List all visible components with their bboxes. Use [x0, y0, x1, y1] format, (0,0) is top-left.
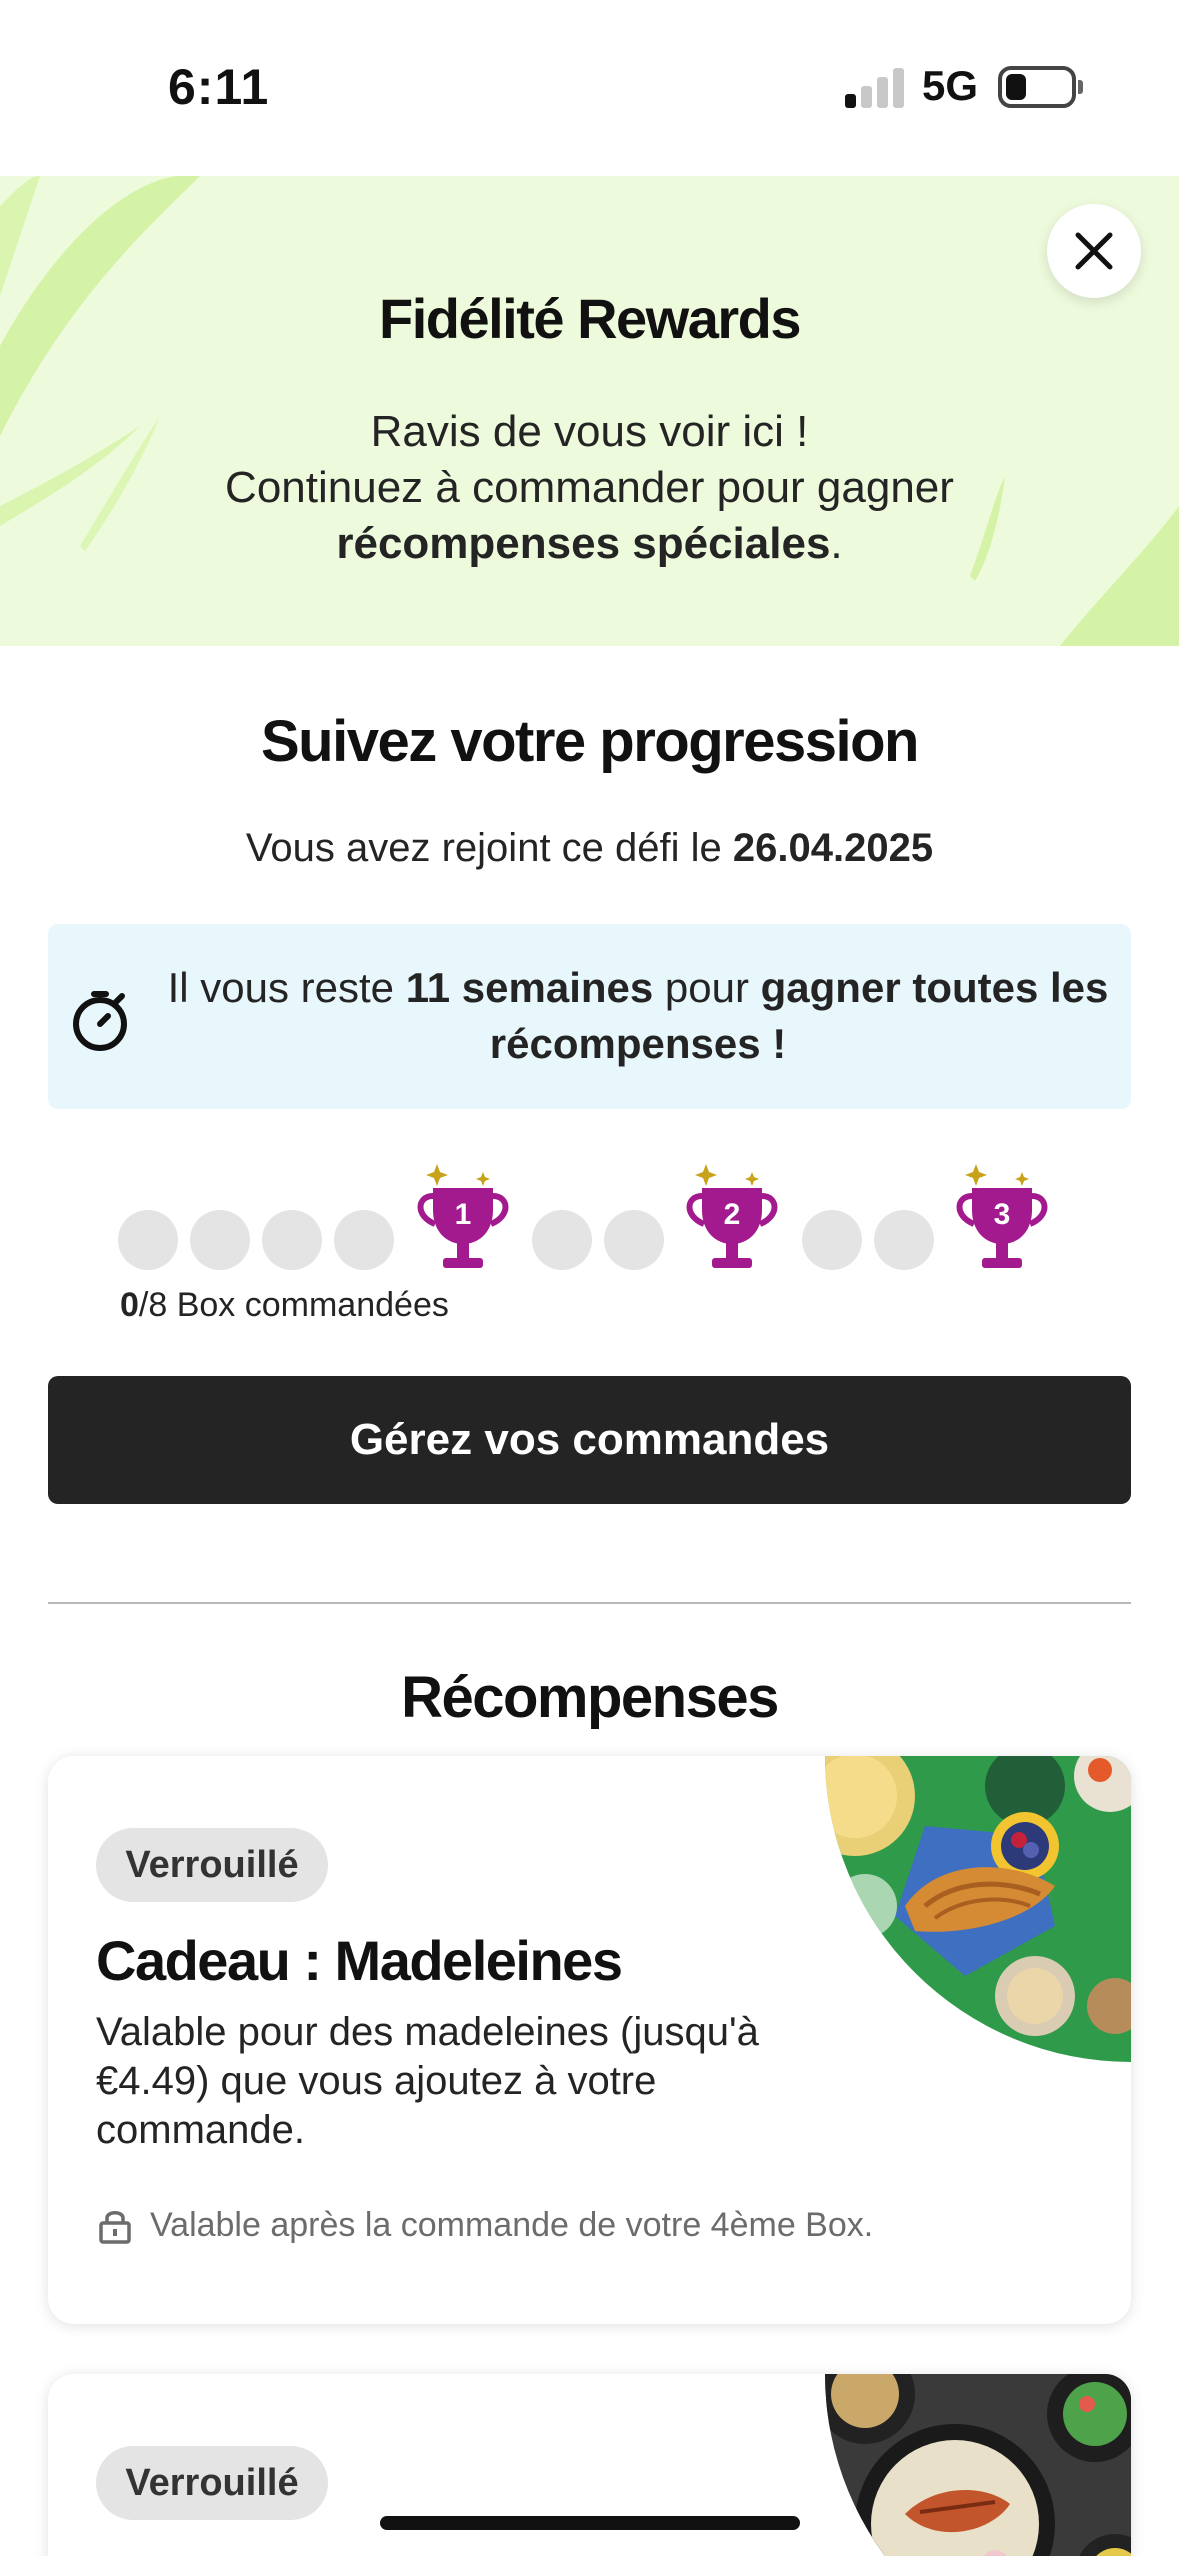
trophy-number: 3	[993, 1198, 1011, 1231]
progress-dot	[262, 1210, 322, 1270]
status-badge: Verrouillé	[96, 2446, 328, 2520]
progress-dot	[190, 1210, 250, 1270]
network-label: 5G	[922, 62, 979, 109]
close-button[interactable]	[1047, 204, 1141, 298]
rewards-title: Récompenses	[401, 1665, 779, 1730]
banner-title: Fidélité Rewards	[378, 287, 802, 350]
section-divider	[48, 1602, 1131, 1604]
progress-dot	[874, 1210, 934, 1270]
banner-highlight: récompenses spéciales	[336, 519, 831, 568]
joined-prefix: Vous avez rejoint ce défi le	[245, 826, 733, 870]
progress-dot	[604, 1210, 664, 1270]
signal-icon	[845, 66, 905, 108]
progress-dot	[532, 1210, 592, 1270]
boxes-total-label: /8 Box commandées	[138, 1286, 449, 1324]
reward-unlock-note: Valable après la commande de votre 4ème …	[96, 2206, 873, 2245]
trophy-number: 2	[723, 1198, 741, 1231]
progress-dot	[334, 1210, 394, 1270]
manage-orders-button[interactable]: Gérez vos commandes	[48, 1376, 1131, 1504]
battery-icon	[998, 66, 1076, 108]
banner-line-3: récompenses spéciales.	[120, 516, 1059, 572]
banner-line-2: Continuez à commander pour gagner	[225, 463, 954, 512]
info-mid: pour	[653, 964, 761, 1011]
close-icon	[1075, 232, 1113, 270]
joined-date: 26.04.2025	[732, 826, 934, 870]
boxes-ordered-count: 0/8 Box commandées	[120, 1286, 449, 1325]
info-prefix: Il vous reste	[167, 964, 406, 1011]
lock-icon	[99, 2210, 131, 2244]
unlock-note-text: Valable après la commande de votre 4ème …	[150, 2206, 874, 2244]
banner-line-1: Ravis de vous voir ici !	[370, 407, 809, 456]
progress-title: Suivez votre progression	[261, 709, 919, 774]
trophy-number: 1	[454, 1198, 472, 1231]
reward-description: Valable pour des madeleines (jusqu'à €4.…	[96, 2010, 759, 2152]
croissant-breakfast-image	[825, 1756, 1131, 2062]
box-progress-tracker: 1 2 3	[0, 1150, 1179, 1300]
progress-dot	[118, 1210, 178, 1270]
reward-card[interactable]: Verrouillé Cadeau : Madeleines Valable p…	[48, 1756, 1131, 2324]
status-bar: 6:11 5G	[0, 0, 1179, 176]
stopwatch-icon	[73, 991, 127, 1051]
trophy-1: 1	[407, 1158, 519, 1278]
salmon-bowl-image	[825, 2374, 1131, 2556]
info-weeks: 11 semaines	[405, 964, 654, 1011]
trophy-2: 2	[676, 1158, 788, 1278]
boxes-ordered-value: 0	[120, 1286, 139, 1324]
trophy-3: 3	[946, 1158, 1058, 1278]
battery-cap	[1078, 80, 1083, 94]
status-badge: Verrouillé	[96, 1828, 328, 1902]
time-remaining-text: Il vous reste 11 semaines pour gagner to…	[158, 960, 1118, 1072]
joined-date-text: Vous avez rejoint ce défi le 26.04.2025	[0, 826, 1179, 871]
progress-dot	[802, 1210, 862, 1270]
banner-text: Ravis de vous voir ici ! Continuez à com…	[120, 404, 1059, 572]
reward-title: Cadeau : Madeleines	[96, 1929, 623, 1992]
time-remaining-box: Il vous reste 11 semaines pour gagner to…	[48, 924, 1131, 1109]
banner-line-3-end: .	[830, 519, 843, 568]
home-indicator	[380, 2516, 800, 2530]
status-time: 6:11	[168, 59, 270, 115]
